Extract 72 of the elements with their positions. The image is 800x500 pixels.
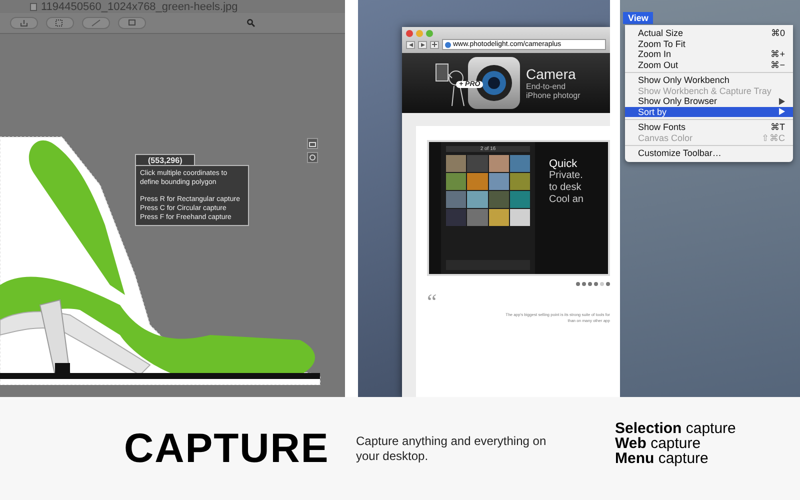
- shortcut-label: ⌘+: [770, 49, 785, 60]
- menu-item[interactable]: Actual Size ⌘0: [625, 28, 793, 38]
- search-icon[interactable]: [247, 19, 255, 27]
- menu-item[interactable]: Sort by: [625, 106, 793, 117]
- dotted-square-icon: [55, 19, 65, 27]
- menu-item[interactable]: Show Only Browser: [625, 96, 793, 106]
- feature-text: Menu capture: [615, 451, 710, 466]
- photo-placeholder: [488, 155, 509, 172]
- heading: CAPTURE: [124, 425, 330, 472]
- slash-line-icon: [91, 19, 101, 27]
- photo-placeholder: [446, 173, 466, 190]
- pager-dot[interactable]: [600, 282, 604, 286]
- file-icon: [30, 2, 37, 10]
- timer-button[interactable]: [307, 152, 318, 163]
- globe-icon: [445, 42, 451, 48]
- file-name: 1194450560_1024x768_green-heels.jpg: [41, 0, 238, 12]
- menu-item[interactable]: Show Fonts ⌘T: [625, 122, 793, 132]
- promo-text: Private.: [549, 170, 584, 182]
- shortcut-label: ⌘−: [770, 60, 785, 70]
- promo-text: Quick: [549, 158, 578, 170]
- shortcut-label: ⌘0: [770, 28, 785, 38]
- photo-placeholder: [467, 209, 488, 226]
- photo-placeholder: [446, 155, 466, 172]
- tagline-text: iPhone photogr: [526, 91, 580, 100]
- promo-text: Cool an: [549, 194, 584, 206]
- quote-mark: “: [427, 292, 438, 312]
- add-button[interactable]: [430, 40, 439, 48]
- menu-item[interactable]: Zoom Out ⌘−: [625, 60, 793, 70]
- photo-placeholder: [510, 209, 530, 226]
- screen-tool-button[interactable]: [118, 17, 146, 29]
- photo-placeholder: [467, 191, 488, 208]
- pager-dot[interactable]: [606, 282, 610, 286]
- photo-placeholder: [510, 173, 530, 190]
- photo-placeholder: [488, 209, 509, 226]
- tray-arrow-icon: [20, 19, 28, 27]
- plus-icon: [432, 42, 437, 47]
- photo-placeholder: [467, 173, 488, 190]
- menu-item[interactable]: Show Only Workbench: [625, 75, 793, 86]
- menu-item[interactable]: Customize Toolbar…: [625, 148, 793, 158]
- pager-dot[interactable]: [582, 282, 586, 286]
- photo-placeholder: [446, 209, 466, 226]
- feature-text: Web capture: [615, 436, 701, 451]
- right-arrow-icon: [420, 42, 424, 46]
- feature-text: Selection capture: [615, 421, 736, 436]
- promo-text: to desk: [549, 182, 582, 194]
- share-button[interactable]: [10, 17, 38, 29]
- left-arrow-icon: [408, 42, 412, 46]
- photo-placeholder: [510, 191, 530, 208]
- description-text: Capture anything and everything on your desktop.: [356, 434, 548, 464]
- tagline-text: End-to-end: [526, 82, 567, 91]
- menu-item[interactable]: Zoom In ⌘+: [625, 49, 793, 60]
- pager-dot[interactable]: [576, 282, 580, 286]
- selection-tool-button[interactable]: [46, 17, 74, 29]
- photo-placeholder: [467, 155, 488, 172]
- square-icon: [127, 19, 137, 27]
- camera-button[interactable]: [307, 138, 318, 149]
- pager-dot[interactable]: [588, 282, 592, 286]
- photo-placeholder: [446, 191, 466, 208]
- shortcut-label: ⇧⌘C: [762, 132, 785, 143]
- pager-dot[interactable]: [594, 282, 598, 286]
- photo-placeholder: [510, 155, 530, 172]
- app-name: Camera: [526, 66, 577, 82]
- rectangle-icon: [309, 140, 316, 146]
- menu-item[interactable]: Zoom To Fit: [625, 38, 793, 49]
- back-button[interactable]: [406, 40, 415, 48]
- close-button[interactable]: [406, 30, 413, 37]
- menu-title[interactable]: View: [623, 12, 654, 24]
- shortcut-label: ⌘T: [770, 122, 785, 132]
- circle-icon: [309, 154, 316, 161]
- forward-button[interactable]: [418, 40, 427, 48]
- photo-placeholder: [488, 173, 509, 190]
- photo-placeholder: [488, 191, 509, 208]
